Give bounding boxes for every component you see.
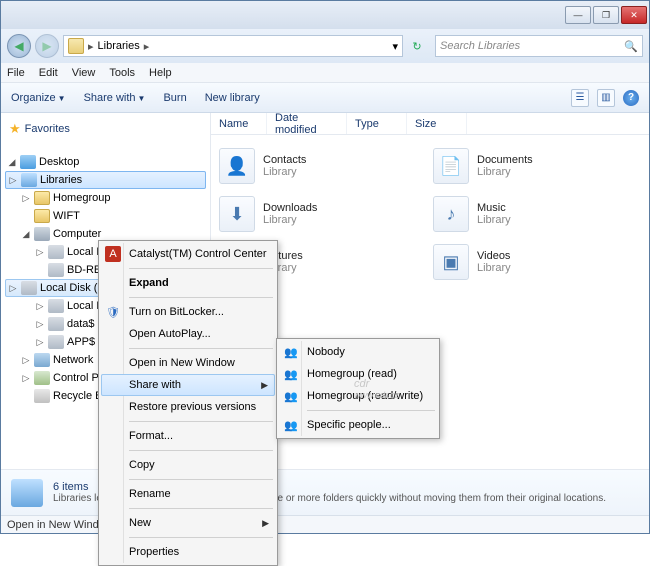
cmd-organize[interactable]: Organize▼ — [11, 92, 66, 104]
view-options-button[interactable]: ☰ — [571, 89, 589, 107]
col-date[interactable]: Date modified — [267, 113, 347, 134]
desktop-icon — [20, 155, 36, 169]
network-drive-icon — [48, 317, 64, 331]
nav-toolbar: ◀ ▶ ▸ Libraries ▸ ▾ ↻ Search Libraries 🔍 — [1, 29, 649, 63]
submenu-share-with: 👥Nobody 👥Homegroup (read) 👥Homegroup (re… — [276, 338, 440, 439]
tree-wift[interactable]: WIFT — [1, 207, 210, 225]
menu-file[interactable]: File — [7, 67, 25, 79]
help-button[interactable]: ? — [623, 90, 639, 106]
cmd-share-with[interactable]: Share with▼ — [84, 92, 146, 104]
ctx-format[interactable]: Format... — [101, 425, 275, 447]
ctx-expand[interactable]: Expand — [101, 272, 275, 294]
tree-homegroup[interactable]: ▷Homegroup — [1, 189, 210, 207]
search-icon: 🔍 — [624, 40, 638, 53]
ctx-new[interactable]: New▶ — [101, 512, 275, 534]
context-menu-disk: ACatalyst(TM) Control Center Expand 🛡Tur… — [98, 240, 278, 566]
people-icon: 👥 — [283, 417, 299, 433]
ati-icon: A — [105, 246, 121, 262]
ctx-rename[interactable]: Rename — [101, 483, 275, 505]
search-input[interactable]: Search Libraries 🔍 — [435, 35, 643, 57]
disk-icon — [21, 281, 37, 295]
close-button[interactable]: ✕ — [621, 6, 647, 24]
menu-bar: File Edit View Tools Help — [1, 63, 649, 83]
downloads-icon: ⬇ — [219, 196, 255, 232]
disk-icon — [48, 245, 64, 259]
libraries-icon — [21, 173, 37, 187]
menu-help[interactable]: Help — [149, 67, 172, 79]
col-size[interactable]: Size — [407, 113, 467, 134]
control-panel-icon — [34, 371, 50, 385]
tree-desktop[interactable]: ◢Desktop — [1, 153, 210, 171]
recycle-bin-icon — [34, 389, 50, 403]
ctx-autoplay[interactable]: Open AutoPlay... — [101, 323, 275, 345]
menu-tools[interactable]: Tools — [109, 67, 135, 79]
library-downloads[interactable]: ⬇DownloadsLibrary — [219, 193, 427, 235]
library-music[interactable]: ♪MusicLibrary — [433, 193, 641, 235]
command-bar: Organize▼ Share with▼ Burn New library ☰… — [1, 83, 649, 113]
contacts-icon: 👤 — [219, 148, 255, 184]
people-icon: 👥 — [283, 388, 299, 404]
status-text: Open in New Window — [7, 519, 113, 531]
library-contacts[interactable]: 👤ContactsLibrary — [219, 145, 427, 187]
homegroup-icon — [34, 191, 50, 205]
tree-libraries[interactable]: ▷Libraries — [5, 171, 206, 189]
ctx-restore-versions[interactable]: Restore previous versions — [101, 396, 275, 418]
breadcrumb-dropdown[interactable]: ▾ — [392, 40, 398, 53]
breadcrumb-sep[interactable]: ▸ — [144, 40, 150, 53]
col-name[interactable]: Name — [211, 113, 267, 134]
col-type[interactable]: Type — [347, 113, 407, 134]
submenu-arrow-icon: ▶ — [262, 518, 269, 529]
share-homegroup-read[interactable]: 👥Homegroup (read) — [279, 363, 437, 385]
menu-view[interactable]: View — [72, 67, 96, 79]
network-icon — [34, 353, 50, 367]
library-documents[interactable]: 📄DocumentsLibrary — [433, 145, 641, 187]
ctx-copy[interactable]: Copy — [101, 454, 275, 476]
libraries-icon — [68, 38, 84, 54]
ctx-catalyst[interactable]: ACatalyst(TM) Control Center — [101, 243, 275, 265]
menu-edit[interactable]: Edit — [39, 67, 58, 79]
people-icon: 👥 — [283, 344, 299, 360]
favorites-header[interactable]: ★ Favorites — [1, 119, 210, 139]
people-icon: 👥 — [283, 366, 299, 382]
cmd-burn[interactable]: Burn — [163, 92, 186, 104]
documents-icon: 📄 — [433, 148, 469, 184]
music-icon: ♪ — [433, 196, 469, 232]
videos-icon: ▣ — [433, 244, 469, 280]
ctx-bitlocker[interactable]: 🛡Turn on BitLocker... — [101, 301, 275, 323]
disk-icon — [48, 299, 64, 313]
shield-icon: 🛡 — [105, 304, 121, 320]
share-homegroup-readwrite[interactable]: 👥Homegroup (read/write) — [279, 385, 437, 407]
optical-icon — [48, 263, 64, 277]
submenu-arrow-icon: ▶ — [261, 380, 268, 391]
titlebar: — ❐ ✕ — [1, 1, 649, 29]
column-headers: Name Date modified Type Size — [211, 113, 649, 135]
breadcrumb-libraries[interactable]: Libraries — [94, 40, 144, 52]
share-nobody[interactable]: 👥Nobody — [279, 341, 437, 363]
ctx-share-with[interactable]: Share with▶ — [101, 374, 275, 396]
search-placeholder: Search Libraries — [440, 40, 520, 52]
network-drive-icon — [48, 335, 64, 349]
preview-pane-button[interactable]: ▥ — [597, 89, 615, 107]
breadcrumb[interactable]: ▸ Libraries ▸ ▾ — [63, 35, 403, 57]
forward-button[interactable]: ▶ — [35, 34, 59, 58]
computer-icon — [34, 227, 50, 241]
cmd-new-library[interactable]: New library — [205, 92, 260, 104]
star-icon: ★ — [9, 121, 21, 137]
libraries-large-icon — [11, 479, 43, 507]
ctx-open-new-window[interactable]: Open in New Window — [101, 352, 275, 374]
share-specific-people[interactable]: 👥Specific people... — [279, 414, 437, 436]
refresh-button[interactable]: ↻ — [407, 40, 427, 53]
minimize-button[interactable]: — — [565, 6, 591, 24]
library-videos[interactable]: ▣VideosLibrary — [433, 241, 641, 283]
maximize-button[interactable]: ❐ — [593, 6, 619, 24]
user-icon — [34, 209, 50, 223]
ctx-properties[interactable]: Properties — [101, 541, 275, 563]
back-button[interactable]: ◀ — [7, 34, 31, 58]
